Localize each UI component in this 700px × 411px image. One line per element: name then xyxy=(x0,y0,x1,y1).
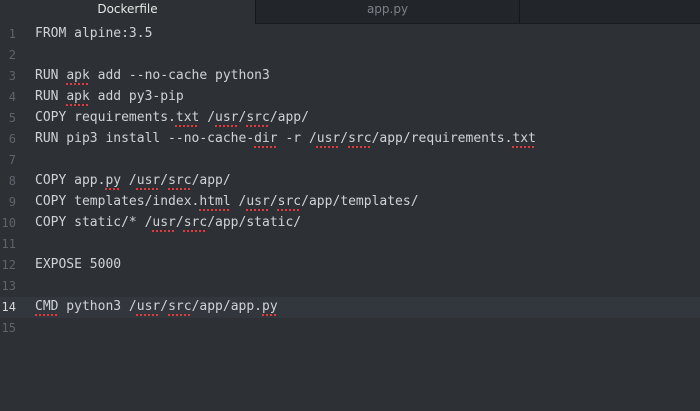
spellcheck-word: apk xyxy=(66,68,90,83)
code-text: /app/static/ xyxy=(207,215,302,230)
code-line[interactable]: 13 xyxy=(0,276,700,297)
code-text: RUN xyxy=(35,68,67,83)
spellcheck-word: src xyxy=(183,215,208,230)
code-text: COPY static/* / xyxy=(35,215,153,230)
editor-window: Dockerfile app.py 1 FROM alpine:3.5 2 3 RUN … xyxy=(0,0,700,411)
tab-dockerfile[interactable]: Dockerfile xyxy=(0,0,256,24)
code-text: add py3-pip xyxy=(89,89,184,104)
code-line[interactable]: 4 RUN apk add py3-pip xyxy=(0,87,700,108)
spellcheck-word: usr xyxy=(152,215,176,230)
line-number: 8 xyxy=(8,174,16,188)
line-code: EXPOSE 5000 xyxy=(35,255,121,275)
line-number: 15 xyxy=(1,321,16,335)
code-line[interactable]: 9 COPY templates/index.html /usr/src/app/… xyxy=(0,192,700,213)
code-line[interactable]: 1 FROM alpine:3.5 xyxy=(0,24,700,45)
line-number: 12 xyxy=(1,258,16,272)
code-text: / xyxy=(340,131,349,146)
code-text: RUN pip3 install --no-cache- xyxy=(35,131,255,146)
line-code: RUN pip3 install --no-cache-dir -r /usr/… xyxy=(35,129,536,149)
code-line[interactable]: 5 COPY requirements.txt /usr/src/app/ xyxy=(0,108,700,129)
spellcheck-word: src xyxy=(168,173,192,188)
code-text: FROM alpine:3.5 xyxy=(35,26,153,41)
code-text: python3 / xyxy=(58,299,137,314)
spellcheck-word: CMD xyxy=(35,299,59,314)
code-text: / xyxy=(175,215,184,230)
code-text: -r / xyxy=(277,131,317,146)
code-line[interactable]: 8 COPY app.py /usr/src/app/ xyxy=(0,171,700,192)
tab-bar: Dockerfile app.py xyxy=(0,0,700,24)
code-text: / xyxy=(121,173,137,188)
code-editor[interactable]: 1 FROM alpine:3.5 2 3 RUN apk add --no-cache… xyxy=(0,24,700,411)
line-code: COPY templates/index.html /usr/src/app/t… xyxy=(35,192,419,212)
line-number: 2 xyxy=(8,48,16,62)
tab-bar-empty-area[interactable] xyxy=(520,0,700,23)
code-line[interactable]: 6 RUN pip3 install --no-cache-dir -r /usr… xyxy=(0,129,700,150)
line-code: CMD python3 /usr/src/app/app.py xyxy=(35,297,278,317)
line-number: 10 xyxy=(1,216,16,230)
code-text: /app/templates/ xyxy=(301,194,419,209)
spellcheck-word: usr xyxy=(136,173,161,188)
spellcheck-word: usr xyxy=(316,131,341,146)
code-text: / xyxy=(160,299,169,314)
spellcheck-word: usr xyxy=(136,299,161,314)
code-line[interactable]: 12 EXPOSE 5000 xyxy=(0,255,700,276)
spellcheck-word: src xyxy=(277,194,302,209)
tab-app-py[interactable]: app.py xyxy=(256,0,520,23)
code-text: COPY requirements. xyxy=(35,110,176,125)
line-number: 9 xyxy=(8,195,16,209)
spellcheck-word: txt xyxy=(175,110,200,125)
spellcheck-word: py xyxy=(262,299,278,314)
code-line[interactable]: 15 xyxy=(0,318,700,339)
spellcheck-word: usr xyxy=(215,110,239,125)
spellcheck-word: src xyxy=(168,299,192,314)
code-line[interactable]: 7 xyxy=(0,150,700,171)
line-code: COPY app.py /usr/src/app/ xyxy=(35,171,231,191)
code-line[interactable]: 11 xyxy=(0,234,700,255)
spellcheck-word: txt xyxy=(512,131,536,146)
line-number: 4 xyxy=(8,90,16,104)
code-text: / xyxy=(199,110,216,125)
line-code: FROM alpine:3.5 xyxy=(35,24,152,44)
code-line[interactable]: 10 COPY static/* /usr/src/app/static/ xyxy=(0,213,700,234)
spellcheck-word: apk xyxy=(66,89,90,104)
code-line[interactable]: 14 CMD python3 /usr/src/app/app.py xyxy=(0,297,700,318)
spellcheck-word: py xyxy=(105,173,122,188)
code-text: add --no-cache python3 xyxy=(89,68,270,83)
spellcheck-word: src xyxy=(348,131,372,146)
spellcheck-word: src xyxy=(246,110,270,125)
line-code: COPY requirements.txt /usr/src/app/ xyxy=(35,108,309,128)
code-text: EXPOSE 5000 xyxy=(35,257,122,272)
line-code: RUN apk add py3-pip xyxy=(35,87,184,107)
code-text: /app/ xyxy=(191,173,231,188)
code-text: /app/app. xyxy=(191,299,263,314)
code-text: RUN xyxy=(35,89,67,104)
code-line[interactable]: 2 xyxy=(0,45,700,66)
line-number: 11 xyxy=(1,237,16,251)
line-code: COPY static/* /usr/src/app/static/ xyxy=(35,213,301,233)
spellcheck-word: usr xyxy=(246,194,270,209)
line-number: 5 xyxy=(8,111,16,125)
line-number: 3 xyxy=(8,69,16,83)
code-text: / xyxy=(160,173,169,188)
spellcheck-word: dir xyxy=(254,131,278,146)
code-text: / xyxy=(269,194,278,209)
spellcheck-word: html xyxy=(199,194,231,209)
code-text: COPY app. xyxy=(35,173,106,188)
code-text: COPY templates/index. xyxy=(35,194,200,209)
code-text: /app/ xyxy=(269,110,309,125)
code-text: / xyxy=(230,194,247,209)
line-number: 6 xyxy=(8,132,16,146)
line-number: 13 xyxy=(1,279,16,293)
code-text: /app/requirements. xyxy=(371,131,513,146)
line-number: 1 xyxy=(8,27,16,41)
line-number: 7 xyxy=(8,153,16,167)
code-line[interactable]: 3 RUN apk add --no-cache python3 xyxy=(0,66,700,87)
line-code: RUN apk add --no-cache python3 xyxy=(35,66,270,86)
line-number: 14 xyxy=(1,300,16,314)
